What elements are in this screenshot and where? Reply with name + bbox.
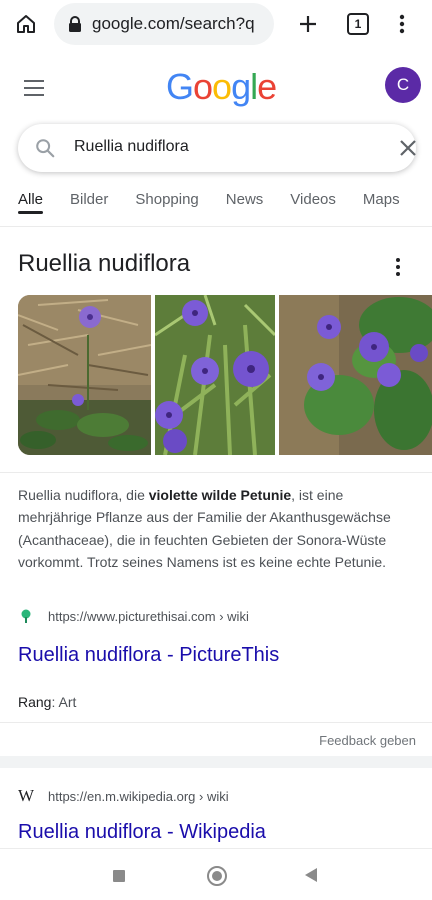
search-tabs: Alle Bilder Shopping News Videos Maps: [18, 190, 427, 220]
close-icon[interactable]: [398, 138, 418, 158]
search-input[interactable]: Ruellia nudiflora: [74, 138, 189, 156]
plant-photo-2[interactable]: [155, 295, 275, 455]
tab-news[interactable]: News: [226, 190, 264, 220]
section-separator: [0, 756, 432, 768]
source-url: https://en.m.wikipedia.org › wiki: [48, 788, 229, 804]
tab-bilder[interactable]: Bilder: [70, 190, 108, 220]
rank-row: Rang: Art: [18, 694, 77, 710]
picturethis-favicon-icon: [21, 609, 31, 623]
url-text: google.com/search?q: [92, 14, 255, 33]
home-button-icon[interactable]: [207, 866, 227, 886]
recents-icon[interactable]: [113, 870, 125, 882]
plus-icon[interactable]: [296, 12, 320, 36]
divider: [0, 472, 432, 473]
divider: [0, 226, 432, 227]
wikipedia-result-link[interactable]: Ruellia nudiflora - Wikipedia: [18, 821, 266, 844]
lock-icon: [69, 16, 81, 32]
wikipedia-icon: W: [18, 786, 35, 805]
feedback-link[interactable]: Feedback geben: [319, 733, 416, 748]
google-logo[interactable]: Google: [166, 66, 277, 108]
knowledge-panel-description: Ruellia nudiflora, die violette wilde Pe…: [18, 487, 391, 570]
avatar[interactable]: C: [385, 67, 421, 103]
tab-videos[interactable]: Videos: [290, 190, 336, 220]
picturethis-result-link[interactable]: Ruellia nudiflora - PictureThis: [18, 644, 279, 667]
rank-label: Rang: [18, 694, 52, 710]
more-options-icon[interactable]: [396, 258, 402, 276]
tab-switcher-button[interactable]: 1: [347, 13, 369, 35]
back-icon[interactable]: [305, 868, 317, 882]
search-icon: [36, 139, 55, 158]
address-bar[interactable]: google.com/search?q: [54, 3, 274, 45]
knowledge-panel-title: Ruellia nudiflora: [18, 250, 191, 277]
home-icon[interactable]: [14, 12, 38, 36]
rank-value: Art: [58, 694, 77, 710]
tab-count: 1: [354, 17, 362, 31]
menu-icon[interactable]: [24, 80, 44, 96]
plant-photo-1[interactable]: [18, 295, 151, 455]
plant-photo-3[interactable]: [279, 295, 432, 455]
tab-shopping[interactable]: Shopping: [135, 190, 198, 220]
android-nav-bar: [0, 848, 432, 900]
tab-maps[interactable]: Maps: [363, 190, 400, 220]
source-citation[interactable]: https://www.picturethisai.com › wiki: [18, 608, 249, 624]
google-header: Google C: [0, 54, 432, 124]
divider: [0, 722, 432, 723]
source-url: https://www.picturethisai.com › wiki: [48, 608, 249, 624]
tab-alle[interactable]: Alle: [18, 190, 44, 220]
source-citation[interactable]: W https://en.m.wikipedia.org › wiki: [18, 786, 229, 806]
image-carousel[interactable]: [18, 295, 432, 455]
more-vert-icon[interactable]: [392, 12, 412, 36]
browser-toolbar: google.com/search?q 1: [0, 0, 432, 48]
search-box[interactable]: Ruellia nudiflora: [18, 124, 416, 172]
